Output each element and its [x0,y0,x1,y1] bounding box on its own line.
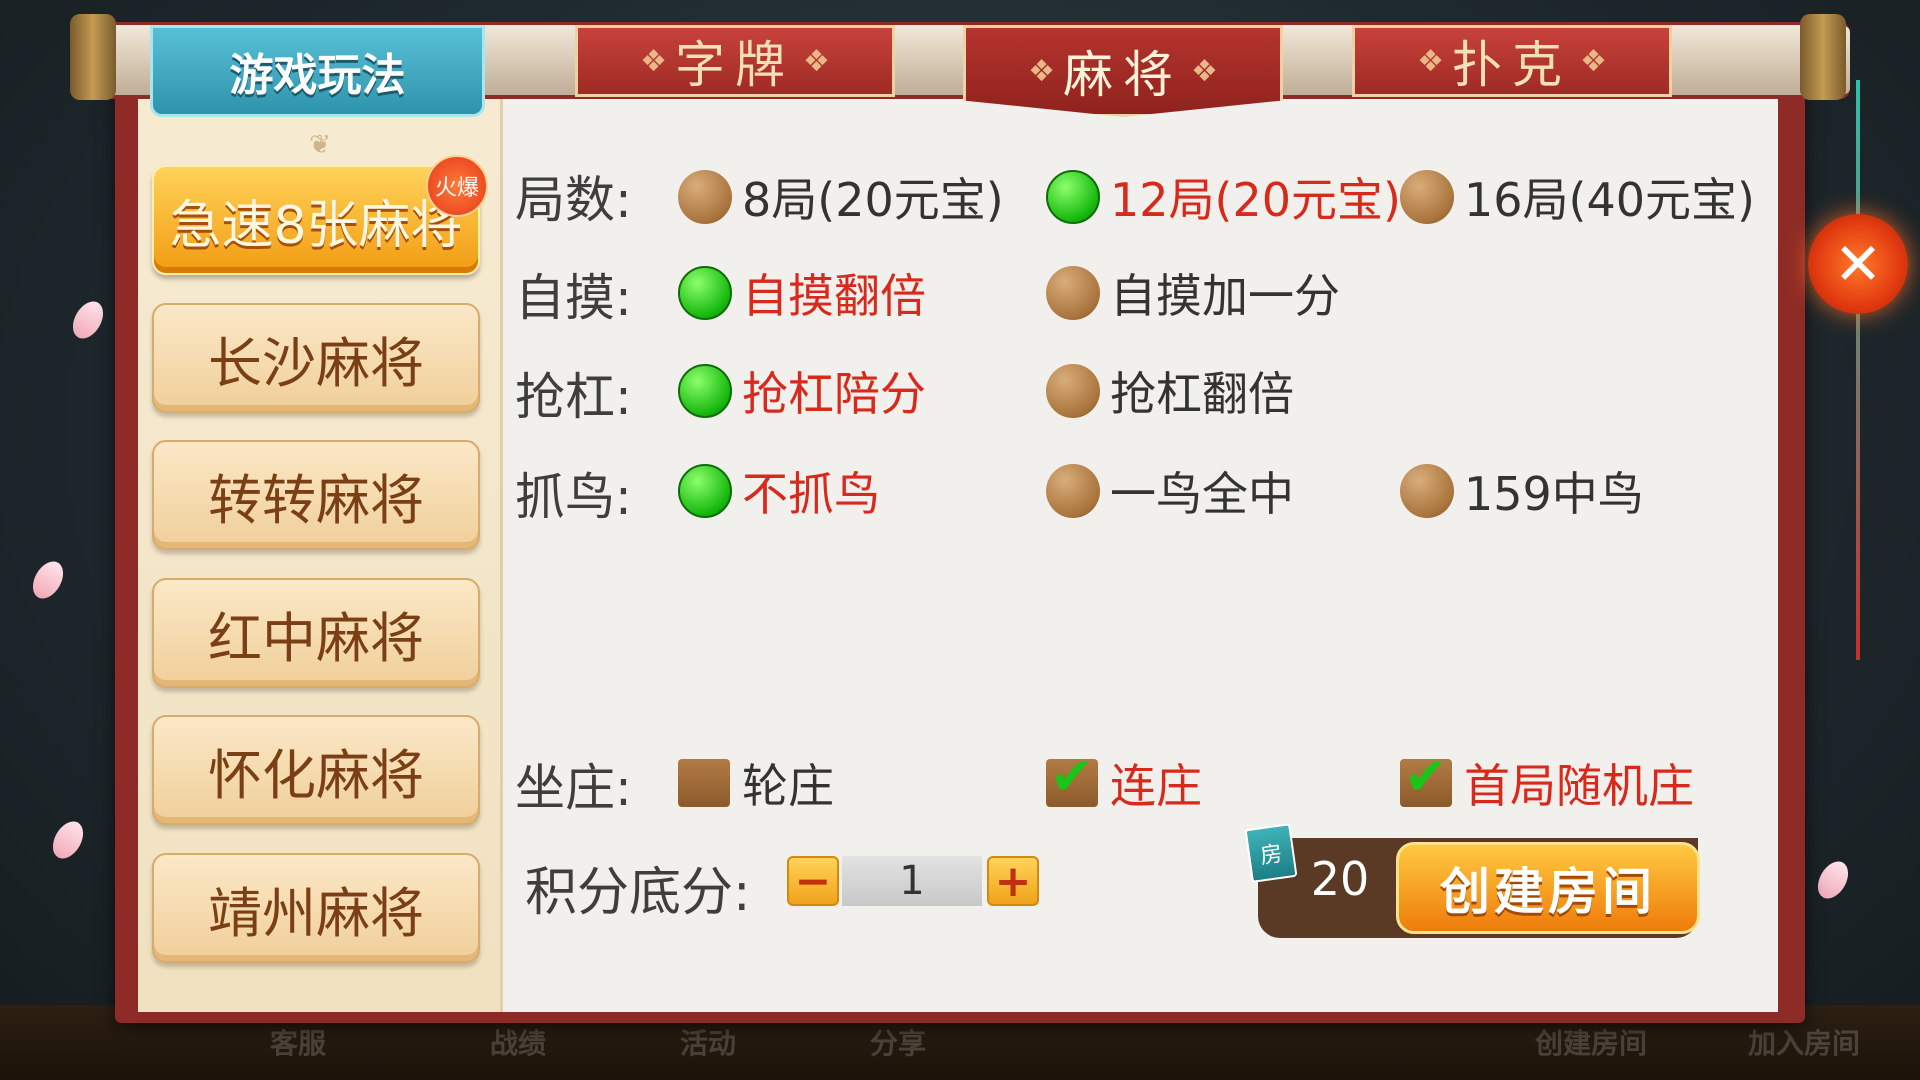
mode-label: 怀化麻将 [208,743,424,807]
score-increase-button[interactable]: + [987,856,1039,907]
checkbox-icon [678,759,730,807]
ornament-icon: ❖ [1580,43,1607,79]
dealer-option-rotate[interactable]: 轮庄 [678,750,834,816]
roller-cap-left [70,14,116,100]
game-rules-tab: 游戏玩法 [150,25,485,117]
rounds-option-8[interactable]: 8局(20元宝) [678,164,1004,230]
option-label: 轮庄 [742,759,834,813]
close-icon: ✕ [1833,230,1883,298]
close-button[interactable]: ✕ [1808,214,1908,314]
rob-kong-option-double[interactable]: 抢杠翻倍 [1046,358,1294,424]
dealer-option-consecutive[interactable]: ✔ 连庄 [1046,747,1202,816]
mode-label: 长沙麻将 [208,331,424,395]
option-label: 抢杠陪分 [742,367,926,421]
radio-icon [1400,170,1454,224]
self-draw-label: 自摸: [515,269,632,327]
radio-selected-icon [678,266,732,320]
roller-cap-right [1800,14,1846,100]
self-draw-option-double[interactable]: 自摸翻倍 [678,260,926,326]
bg-create-room-label: 创建房间 [1535,1027,1648,1060]
dealer-option-random-first[interactable]: ✔ 首局随机庄 [1400,747,1694,816]
checkbox-checked-icon: ✔ [1400,747,1452,807]
radio-icon [1046,464,1100,518]
room-cost-value: 20 [1310,852,1370,906]
petal-decoration [1811,856,1855,904]
bg-join-room-label: 加入房间 [1748,1027,1861,1060]
ornament-icon: ❖ [1417,43,1444,79]
radio-icon [1046,266,1100,320]
petal-decoration [26,556,70,604]
catch-bird-option-none[interactable]: 不抓鸟 [678,458,880,524]
radio-selected-icon [1046,170,1100,224]
bg-record-label: 战绩 [490,1027,547,1060]
checkbox-checked-icon: ✔ [1046,747,1098,807]
option-label: 159中鸟 [1464,467,1644,521]
mode-label: 转转麻将 [208,468,424,532]
radio-icon [678,170,732,224]
rob-kong-option-pay[interactable]: 抢杠陪分 [678,358,926,424]
tab-mahjong-label: 麻将 [1063,46,1183,104]
base-score-label: 积分底分: [525,863,751,923]
option-label: 首局随机庄 [1464,759,1694,813]
tab-zipai[interactable]: ❖ 字牌 ❖ [575,25,895,97]
tab-mahjong[interactable]: ❖ 麻将 ❖ [963,25,1283,117]
option-label: 16局(40元宝) [1464,173,1755,227]
mode-huaihua-mahjong[interactable]: 怀化麻将 [152,715,480,825]
mode-label: 靖州麻将 [208,881,424,945]
catch-bird-option-159[interactable]: 159中鸟 [1400,458,1644,524]
ornament-icon: ❖ [1028,53,1055,89]
bg-share-label: 分享 [870,1027,927,1060]
lantern-cord [1856,80,1860,660]
option-label: 8局(20元宝) [742,173,1004,227]
radio-selected-icon [678,464,732,518]
score-value-field: 1 [842,856,982,906]
radio-icon [1400,464,1454,518]
score-decrease-button[interactable]: − [787,856,839,907]
option-label: 一鸟全中 [1110,467,1294,521]
rounds-option-16[interactable]: 16局(40元宝) [1400,164,1755,230]
rounds-option-12[interactable]: 12局(20元宝) [1046,164,1401,230]
ornament-icon: ❖ [1191,53,1218,89]
option-label: 不抓鸟 [742,467,880,521]
petal-decoration [66,296,110,344]
mode-quick-8-mahjong[interactable]: 急速8张麻将 火爆 [152,155,488,275]
mode-changsha-mahjong[interactable]: 长沙麻将 [152,303,480,413]
tab-poker[interactable]: ❖ 扑克 ❖ [1352,25,1672,97]
radio-selected-icon [678,364,732,418]
knot-ornament-icon: ❦ [309,130,331,160]
room-card-icon: 房 [1244,823,1298,883]
tab-zipai-label: 字牌 [675,36,795,94]
rob-kong-label: 抢杠: [515,368,632,426]
dealer-label: 坐庄: [515,759,632,817]
bg-service-label: 客服 [270,1027,327,1060]
mode-jingzhou-mahjong[interactable]: 靖州麻将 [152,853,480,963]
self-draw-option-plus-one[interactable]: 自摸加一分 [1046,260,1340,326]
rounds-label: 局数: [515,171,632,229]
hot-badge: 火爆 [426,155,488,217]
ornament-icon: ❖ [803,43,830,79]
catch-bird-label: 抓鸟: [515,468,632,526]
create-room-button[interactable]: 创建房间 [1396,842,1700,934]
option-label: 12局(20元宝) [1110,173,1401,227]
petal-decoration [46,816,90,864]
tab-poker-label: 扑克 [1452,36,1572,94]
radio-icon [1046,364,1100,418]
option-label: 自摸翻倍 [742,269,926,323]
mode-hongzhong-mahjong[interactable]: 红中麻将 [152,578,480,688]
option-label: 自摸加一分 [1110,269,1340,323]
option-label: 连庄 [1110,759,1202,813]
bg-activity-label: 活动 [680,1027,737,1060]
mode-zhuanzhuan-mahjong[interactable]: 转转麻将 [152,440,480,550]
ornament-icon: ❖ [640,43,667,79]
catch-bird-option-one-all[interactable]: 一鸟全中 [1046,458,1294,524]
mode-label: 急速8张麻将 [169,195,463,256]
mode-label: 红中麻将 [208,606,424,670]
option-label: 抢杠翻倍 [1110,367,1294,421]
